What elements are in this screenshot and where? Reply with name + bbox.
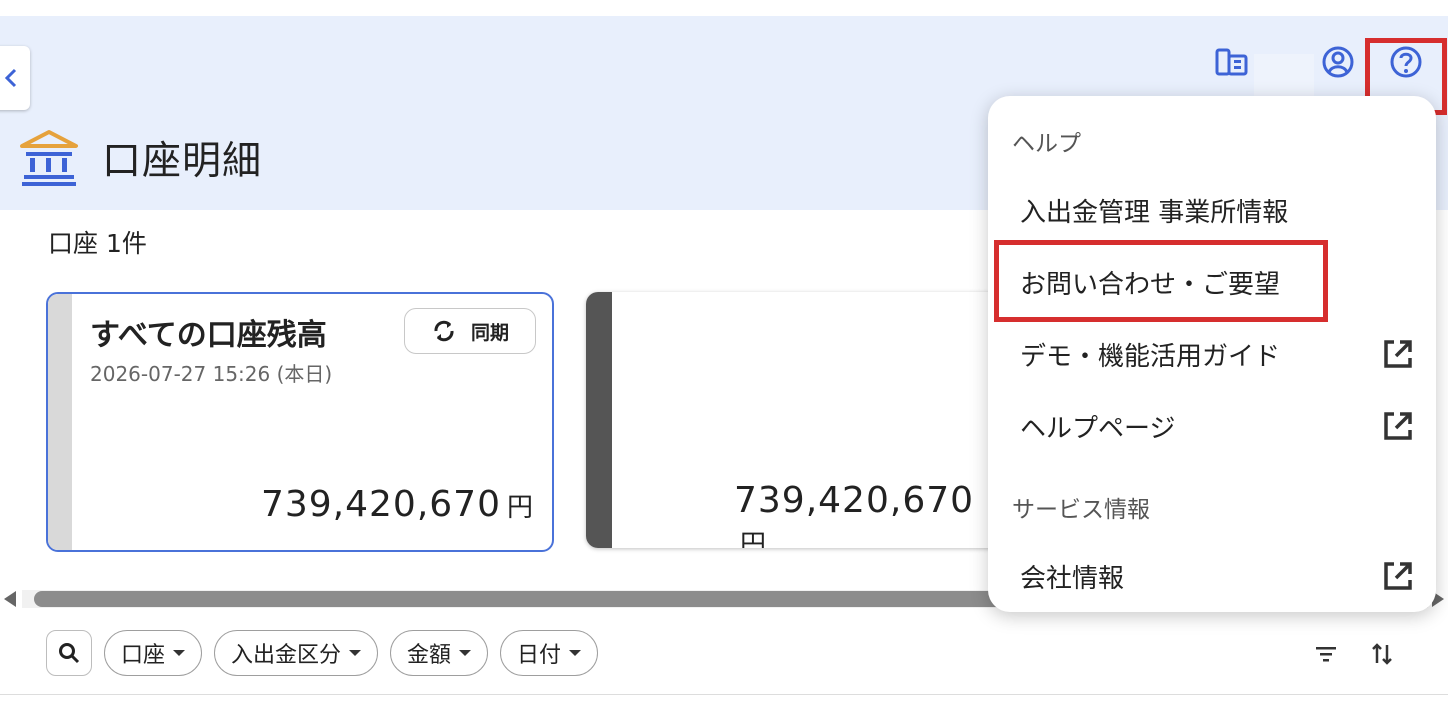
filter-chip-amount[interactable]: 金額 (390, 630, 489, 676)
collapse-chevron-icon (4, 68, 17, 88)
page-title: 口座明細 (102, 139, 263, 184)
chip-label: 入出金区分 (231, 643, 342, 668)
office-icon (1215, 48, 1248, 76)
filter-button[interactable] (1312, 640, 1340, 668)
filter-icon (1316, 647, 1336, 662)
filter-chip-account[interactable]: 口座 (104, 630, 203, 676)
menu-item-label: デモ・機能活用ガイド (1020, 341, 1281, 372)
account-button[interactable] (1314, 38, 1362, 86)
card-title: すべての口座残高 (90, 318, 327, 353)
office-button[interactable] (1208, 38, 1256, 86)
card-amount: 739,420,670円 (261, 484, 534, 525)
menu-item-label: 会社情報 (1020, 563, 1125, 594)
sync-label: 同期 (470, 321, 509, 344)
currency-unit: 円 (506, 493, 534, 523)
chip-label: 口座 (121, 643, 166, 668)
page-title-area: 口座明細 (18, 128, 262, 188)
collapse-sidebar-button[interactable] (0, 46, 30, 110)
chevron-down-icon (569, 650, 582, 656)
menu-item-label: 入出金管理 事業所情報 (1020, 197, 1289, 228)
chevron-down-icon (459, 650, 472, 656)
menu-item-label: ヘルプページ (1020, 413, 1176, 444)
horizontal-scrollbar-thumb[interactable] (34, 591, 1014, 607)
external-link-icon (1384, 340, 1412, 368)
search-icon (59, 643, 80, 664)
account-card-2[interactable]: 739,420,670 円 (586, 292, 1006, 548)
chevron-down-icon (173, 650, 186, 656)
account-circle-icon (1322, 46, 1354, 78)
chevron-down-icon (349, 650, 362, 656)
external-link-icon (1384, 412, 1412, 440)
amount-value: 739,420,670 (260, 484, 501, 525)
external-link-icon (1384, 562, 1412, 590)
amount-value: 739,420,670 (734, 480, 975, 521)
blank-tab (1254, 54, 1314, 98)
card-date: 2026-07-27 15:26 (本日) (90, 362, 333, 386)
filter-chip-type[interactable]: 入出金区分 (214, 630, 379, 676)
sort-icon (1372, 643, 1392, 665)
menu-item-office-info[interactable]: 入出金管理 事業所情報 (988, 180, 1436, 240)
filter-chip-date[interactable]: 日付 (500, 630, 599, 676)
sync-button[interactable]: 同期 (404, 308, 536, 354)
menu-item-company-info[interactable]: 会社情報 (988, 546, 1436, 606)
currency-unit: 円 (740, 530, 768, 548)
menu-section-help: ヘルプ (1012, 131, 1081, 157)
menu-item-demo-guide[interactable]: デモ・機能活用ガイド (988, 324, 1436, 384)
card-amount: 739,420,670 円 (734, 480, 1006, 548)
card-stripe (586, 292, 612, 548)
contact-item-highlight (994, 240, 1328, 322)
filter-bar: 口座 入出金区分 金額 日付 (46, 630, 599, 676)
account-card-all[interactable]: すべての口座残高 同期 2026-07-27 15:26 (本日) 739,42… (46, 292, 554, 552)
account-count: 口座 1件 (48, 229, 147, 258)
scroll-left-arrow[interactable] (4, 591, 16, 607)
bank-icon (20, 130, 78, 186)
menu-item-help-page[interactable]: ヘルプページ (988, 396, 1436, 456)
top-strip (0, 0, 1448, 16)
search-button[interactable] (46, 630, 92, 676)
card-stripe (48, 294, 72, 550)
chip-label: 日付 (517, 643, 562, 668)
menu-section-service: サービス情報 (1012, 497, 1150, 523)
chip-label: 金額 (407, 643, 452, 668)
divider (0, 694, 1448, 695)
help-menu: ヘルプ 入出金管理 事業所情報 お問い合わせ・ご要望 デモ・機能活用ガイド ヘル… (988, 96, 1436, 612)
sort-button[interactable] (1368, 640, 1396, 668)
sync-icon (434, 320, 454, 342)
app-root: 口座明細 口座 1件 すべての口座残高 同期 2026-07-27 15:26 … (0, 0, 1448, 710)
